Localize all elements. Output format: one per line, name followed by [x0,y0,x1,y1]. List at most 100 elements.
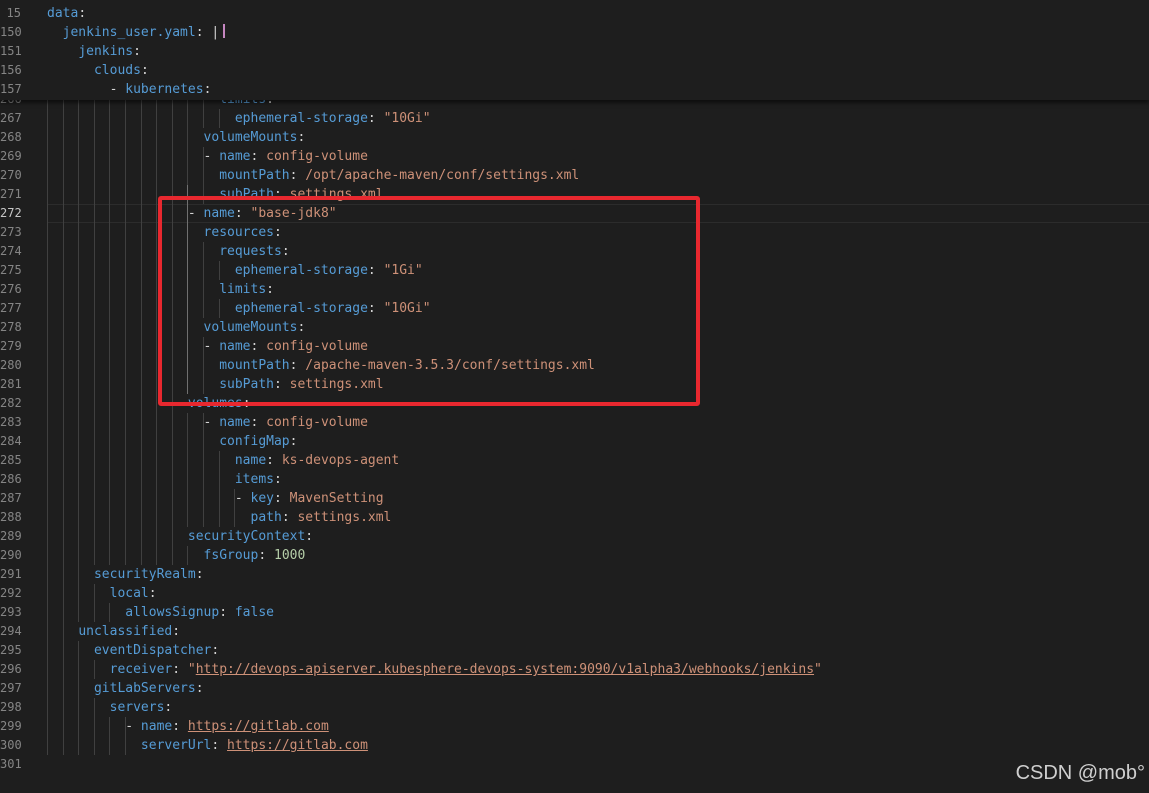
code-text[interactable]: fsGroup: 1000 [47,546,306,565]
code-text[interactable]: unclassified: [47,622,180,641]
yaml-key: name [219,415,251,430]
line-number: 281 [0,377,22,391]
code-line[interactable]: 294 unclassified: [0,622,1149,641]
code-line[interactable]: 300 serverUrl: https://gitlab.com [0,736,1149,755]
code-line[interactable]: 299 - name: https://gitlab.com [0,717,1149,736]
code-line[interactable]: 287 - key: MavenSetting [0,489,1149,508]
code-token: - [47,82,126,97]
yaml-key: kubernetes [125,82,204,97]
code-token: : [172,662,188,677]
code-line[interactable]: 151 jenkins: [0,42,1149,61]
code-text[interactable]: mountPath: /opt/apache-maven/conf/settin… [47,166,579,185]
code-text[interactable]: jenkins_user.yaml: | [47,23,226,42]
code-text[interactable]: receiver: "http://devops-apiserver.kubes… [47,660,822,679]
line-number: 274 [0,244,22,258]
code-text[interactable]: securityRealm: [47,565,204,584]
code-line[interactable]: 284 configMap: [0,432,1149,451]
code-text[interactable]: items: [47,470,282,489]
url-link[interactable]: https://gitlab.com [188,719,329,734]
code-text[interactable]: - name: config-volume [47,413,368,432]
code-line[interactable]: 286 items: [0,470,1149,489]
code-line[interactable]: 301 [0,755,1149,774]
line-number: 294 [0,624,22,638]
code-token: : [140,63,149,78]
yaml-key: jenkins_user.yaml [62,25,196,40]
code-token: "10Gi" [383,111,431,126]
code-line[interactable]: 270 mountPath: /opt/apache-maven/conf/se… [0,166,1149,185]
yaml-key: unclassified [78,624,173,639]
code-line[interactable]: 285 name: ks-devops-agent [0,451,1149,470]
code-line[interactable]: 295 eventDispatcher: [0,641,1149,660]
yaml-key: securityRealm [93,567,196,582]
code-line[interactable]: 15 data: [0,4,1149,23]
line-number: 276 [0,282,22,296]
line-number: 298 [0,700,22,714]
code-token: : [305,529,314,544]
code-line[interactable]: 290 fsGroup: 1000 [0,546,1149,565]
code-line[interactable]: 268 volumeMounts: [0,128,1149,147]
code-text[interactable]: eventDispatcher: [47,641,219,660]
code-text[interactable]: path: settings.xml [47,508,392,527]
code-text[interactable]: securityContext: [47,527,313,546]
line-number: 285 [0,453,22,467]
code-text[interactable]: ephemeral-storage: "10Gi" [47,109,431,128]
code-line[interactable]: 289 securityContext: [0,527,1149,546]
code-token: : [281,510,298,525]
code-text[interactable]: allowsSignup: false [47,603,274,622]
code-editor[interactable]: 266 limits:267 ephemeral-storage: "10Gi"… [0,0,1149,793]
code-text[interactable]: servers: [47,698,173,717]
code-text[interactable]: data: [47,4,86,23]
code-text[interactable]: - name: https://gitlab.com [47,717,329,736]
code-text[interactable]: clouds: [47,61,149,80]
code-text[interactable]: - name: config-volume [47,147,368,166]
code-line[interactable]: 288 path: settings.xml [0,508,1149,527]
line-number: 282 [0,396,22,410]
code-line[interactable]: 156 clouds: [0,61,1149,80]
sticky-scroll-header[interactable]: 15 data: 150 jenkins_user.yaml: | 151 jenki… [0,0,1149,100]
yaml-key: receiver [109,662,173,677]
code-text[interactable]: jenkins: [47,42,141,61]
code-text[interactable]: serverUrl: https://gitlab.com [47,736,368,755]
code-line[interactable]: 269 - name: config-volume [0,147,1149,166]
code-line[interactable]: 157 - kubernetes: [0,80,1149,99]
line-number: 275 [0,263,22,277]
code-line[interactable]: 298 servers: [0,698,1149,717]
text-cursor [223,24,226,38]
code-line[interactable]: 296 receiver: "http://devops-apiserver.k… [0,660,1149,679]
code-text[interactable]: - key: MavenSetting [47,489,384,508]
code-text[interactable]: gitLabServers: [47,679,204,698]
yaml-key: path [250,510,282,525]
code-text[interactable]: - kubernetes: [47,80,212,99]
code-text[interactable]: volumeMounts: [47,128,306,147]
line-number: 270 [0,168,22,182]
code-text[interactable]: name: ks-devops-agent [47,451,399,470]
line-number: 272 [0,206,22,220]
url-link[interactable]: https://gitlab.com [227,738,368,753]
line-number: 287 [0,491,22,505]
url-link[interactable]: http://devops-apiserver.kubesphere-devop… [196,662,814,677]
code-text[interactable]: configMap: [47,432,297,451]
code-line[interactable]: 283 - name: config-volume [0,413,1149,432]
code-token: : [78,6,87,21]
code-line[interactable]: 150 jenkins_user.yaml: | [0,23,1149,42]
code-token: : [250,415,267,430]
code-line[interactable]: 267 ephemeral-storage: "10Gi" [0,109,1149,128]
line-number: 295 [0,643,22,657]
line-number: 269 [0,149,22,163]
yaml-key: name [140,719,173,734]
code-line[interactable]: 291 securityRealm: [0,565,1149,584]
code-line[interactable]: 297 gitLabServers: [0,679,1149,698]
code-token: : [195,567,204,582]
code-text[interactable]: local: [47,584,157,603]
code-line[interactable]: 293 allowsSignup: false [0,603,1149,622]
line-number: 293 [0,605,22,619]
code-line[interactable]: 292 local: [0,584,1149,603]
